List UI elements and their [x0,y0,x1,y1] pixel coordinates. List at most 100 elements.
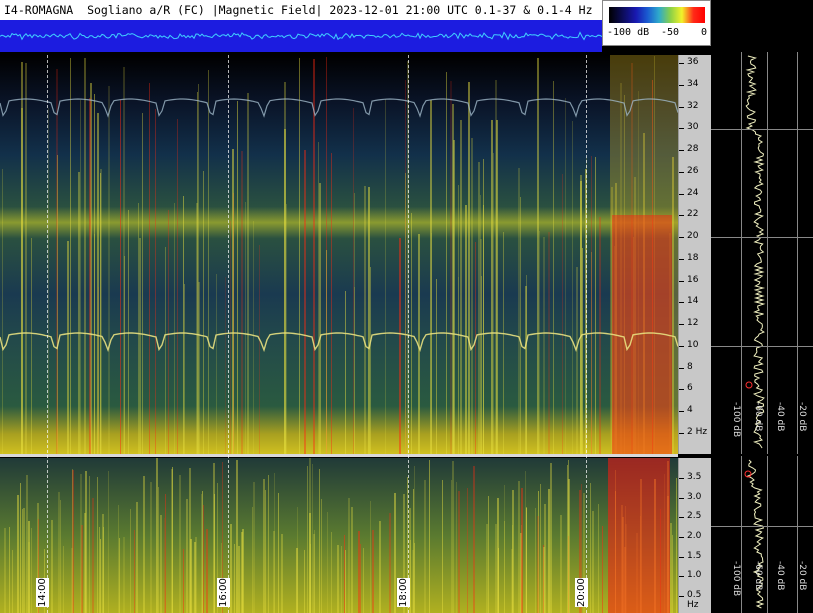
axis-tick-label: 36 [687,57,699,67]
spectrogram-streak [331,153,332,454]
spectrogram-streak [473,466,475,613]
axis-tick [679,193,684,195]
spectrogram-streak [543,237,545,454]
spectrogram-streak [493,153,494,454]
profile-db-label: -20 dB [797,402,807,432]
spectrogram-streak [296,548,298,613]
spectrogram-streak [592,511,594,613]
profile-gridline [741,456,742,613]
spectrogram-streak [460,120,462,454]
spectrogram-streak [203,505,204,613]
spectrogram-streak [314,530,315,613]
spectrogram-streak [537,516,539,613]
spectrogram-streak [194,542,196,613]
spectrogram-streak [307,466,308,613]
color-scale-bar [609,7,705,23]
spectrogram-streak [236,460,238,613]
spectrogram-streak [309,458,311,613]
spectrogram-streak [31,238,32,454]
spectrogram-streak [100,539,101,613]
spectrogram-streak [405,173,406,454]
spectrogram-streak [368,187,370,454]
spectrogram-streak [70,58,71,454]
spectrogram-streak [364,186,366,454]
axis-tick [679,302,684,304]
spectrogram-streak [138,203,139,454]
spectrogram-streak [452,461,454,613]
time-label: 14:00 [36,578,49,607]
spectrogram-streak [177,119,178,454]
spectrogram-streak [341,546,342,613]
spectrogram-streak [183,196,184,454]
spectrogram-streak [179,475,181,613]
spectrogram-streak [225,277,226,454]
spectrogram-streak [304,150,306,454]
axis-tick-label: 34 [687,78,699,89]
axis-tick-label: 20 [687,231,699,242]
spectrogram-streak [442,480,443,613]
spectrogram-streak [453,140,455,454]
color-scale-legend: -100 dB -50 0 [602,0,711,46]
frequency-axis-bottom: 3.5 3.0 2.5 2.0 1.5 1.0 0.5 Hz [678,458,711,613]
spectrogram-streak [319,183,321,454]
axis-tick-label: 2.5 [687,511,702,522]
spectrogram-streak [67,241,69,454]
spectrogram-streak [237,101,238,454]
spectrogram-streak [458,491,460,613]
axis-tick-label: 24 [687,187,699,198]
axis-tick [679,478,684,479]
spectrogram-streak [17,495,19,613]
spectrogram-streak [483,159,484,454]
spectrogram-streak [520,197,521,454]
spectrogram-streak [234,544,235,613]
spectrogram-streak [394,493,396,613]
spectrogram-streak [503,232,504,454]
spectrogram-streak [431,233,432,454]
spectrogram-streak [414,466,415,613]
spectrogram-streak [429,460,430,613]
spectrogram-streak [84,58,86,454]
spectrogram-streak [363,548,364,613]
spectrogram-streak [413,489,414,613]
spectrogram-streak [26,475,28,613]
scale-min-label: -100 dB [607,27,650,38]
spectrogram-streak [344,535,345,613]
spectrogram-streak [202,491,203,613]
spectrogram-streak [518,168,520,454]
spectrogram-streak [582,248,583,454]
axis-tick [679,84,684,86]
spectrogram-streak [186,499,188,613]
spectrogram-streak [183,549,184,613]
waveform-header: I4-ROMAGNA Sogliano a/R (FC) |Magnetic F… [0,0,602,52]
spectrogram-streak [543,547,545,613]
axis-tick [679,596,684,597]
spectrogram-streak [526,508,527,613]
spectrogram-streak [318,142,319,454]
spectrogram-streak [99,527,100,613]
spectrogram-streak [155,109,156,454]
axis-tick-label: 28 [687,144,699,155]
axis-tick-label: 1.5 [687,550,702,561]
spectrogram-streak [284,129,286,454]
axis-tick [679,128,684,130]
spectrogram-streak [31,528,32,613]
spectrogram-streak [576,267,578,454]
spectrogram-streak [119,538,120,613]
axis-tick [679,63,684,64]
axis-tick [679,411,684,413]
spectrogram-streak [495,524,497,613]
spectrogram-streak [553,81,554,454]
spectrogram-streak [252,507,253,613]
spectrogram-streak [120,100,121,454]
spectrogram-streak [174,203,175,454]
spectrogram-streak [268,475,269,613]
spectrogram-streak [9,527,10,613]
spectrogram-streak [599,217,601,454]
spectrogram-streak [216,274,217,454]
axis-tick [679,517,684,519]
spectrogram-streak [56,69,58,454]
spectrogram-streak [149,83,150,454]
profile-db-label: -40 dB [775,402,785,432]
spectrogram-streak [265,490,266,613]
spectrogram-streak [385,99,386,454]
